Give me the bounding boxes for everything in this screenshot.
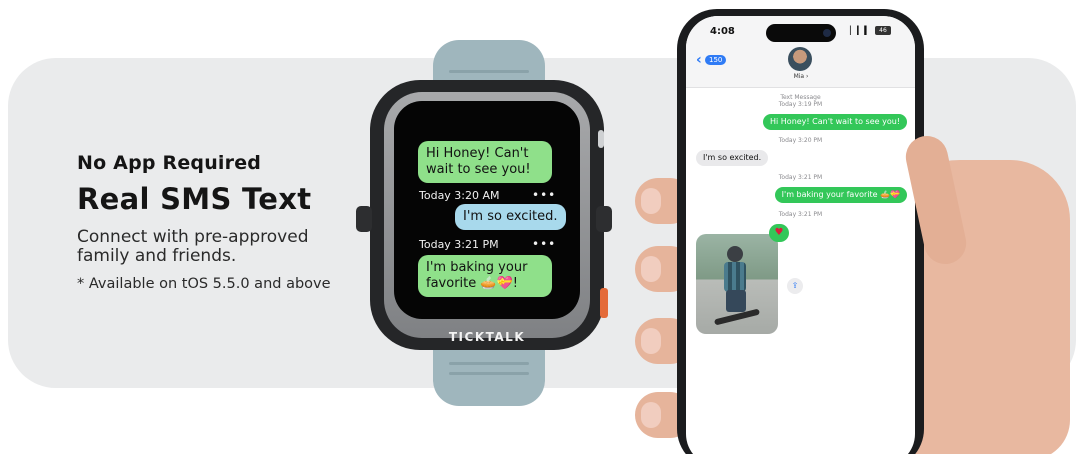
timestamp: Today 3:20 PM <box>778 137 823 144</box>
phone-screen: 4:08 ▏▎▍ ◠ 46 ‹ 150 Mia › Text Message T… <box>686 16 915 454</box>
message-type-label: Text Message <box>780 94 821 101</box>
footnote: * Available on tOS 5.5.0 and above <box>77 276 331 292</box>
sent-message-bubble: Hi Honey! Can't wait to see you! <box>763 114 907 130</box>
timestamp: Today 3:21 PM <box>778 211 823 218</box>
received-message-bubble: I'm so excited. <box>696 150 769 166</box>
watch-brand-logo: TICKTALK <box>448 330 526 344</box>
more-icon[interactable]: ••• <box>532 188 556 202</box>
message-meta: Text Message Today 3:19 PM <box>686 94 915 108</box>
avatar[interactable] <box>788 47 812 71</box>
watch-timestamp: Today 3:21 PM <box>419 238 499 251</box>
status-time: 4:08 <box>710 26 735 37</box>
watch-timestamp: Today 3:20 AM <box>419 189 500 202</box>
watch-message-bubble: I'm so excited. <box>455 204 566 230</box>
eyebrow-text: No App Required <box>77 152 262 174</box>
headline: Real SMS Text <box>77 182 312 216</box>
share-icon[interactable]: ⇪ <box>787 278 803 294</box>
timestamp: Today 3:19 PM <box>778 101 823 108</box>
sent-message-bubble: I'm baking your favorite 🥧💝 <box>774 187 907 203</box>
watch-accent-orange <box>600 288 608 318</box>
dynamic-island <box>766 24 836 42</box>
heart-reaction-icon[interactable]: ♥ <box>769 224 789 242</box>
body-text: Connect with pre-approved family and fri… <box>77 227 309 266</box>
timestamp: Today 3:21 PM <box>778 174 823 181</box>
back-count-badge[interactable]: 150 <box>705 55 727 65</box>
watch-message-bubble: Hi Honey! Can't wait to see you! <box>418 141 552 183</box>
watch-side-button-left[interactable] <box>356 206 372 232</box>
watch-side-button-right[interactable] <box>596 206 612 232</box>
contact-name[interactable]: Mia › <box>786 73 816 80</box>
back-chevron-icon[interactable]: ‹ <box>696 52 702 68</box>
watch-accent-grey <box>598 130 604 148</box>
watch-screen: Hi Honey! Can't wait to see you! Today 3… <box>394 101 580 319</box>
watch-message-bubble: I'm baking your favorite 🥧💝! <box>418 255 552 297</box>
photo-attachment[interactable] <box>696 234 778 334</box>
marketing-copy: No App Required Real SMS Text Connect wi… <box>77 152 357 292</box>
battery-icon: 46 <box>875 26 891 35</box>
messages-header: 4:08 ▏▎▍ ◠ 46 ‹ 150 Mia › <box>686 16 915 88</box>
more-icon[interactable]: ••• <box>532 237 556 251</box>
